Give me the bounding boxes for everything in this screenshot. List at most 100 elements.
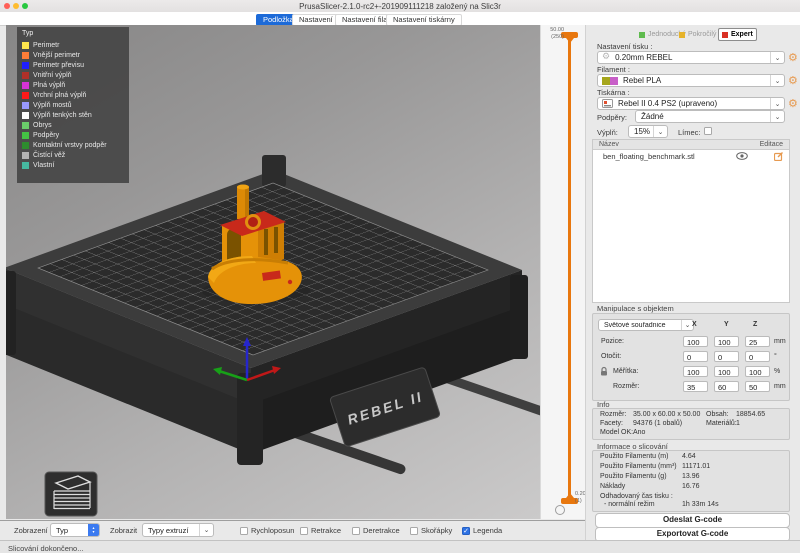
filament-m-label: Použito Filamentu (m) [600,453,668,460]
info-model-value: Ano [633,429,645,436]
layer-slider[interactable] [568,40,571,498]
infill-label: Výplň: [597,128,618,137]
layer-slider-bottom-handle-tip [566,493,574,498]
printer-bed [6,155,540,475]
rotate-label: Otočit: [601,353,621,360]
legend-item: Perimetr převisu [22,60,129,70]
scale-y-input[interactable]: 100 [714,366,739,377]
shells-checkbox-row[interactable]: Skořápky [410,526,452,535]
slider-reset-icon[interactable] [555,505,565,515]
color-swatch [22,92,29,99]
cost-value: 16.76 [682,483,700,490]
unretractions-checkbox-row[interactable]: Deretrakce [352,526,400,535]
print-profile-icon: ⚙ [602,53,610,62]
status-text: Slicování dokončeno... [8,544,83,553]
window-title: PrusaSlicer-2.1.0-rc2+-201909111218 zalo… [0,2,800,11]
size-z-input[interactable]: 50 [745,381,770,392]
position-x-input[interactable]: 100 [683,336,708,347]
layers-view-icon[interactable] [45,472,97,516]
position-y-input[interactable]: 100 [714,336,739,347]
rotate-unit: ° [774,353,777,360]
chevron-down-icon[interactable]: ⌄ [653,126,667,137]
filament-mm3-value: 11171.01 [682,463,710,470]
legend-item: Obrys [22,120,129,130]
legend-panel: Typ Perimetr Vnější perimetr Perimetr př… [17,27,129,183]
view-mode-select[interactable]: Typ ▴▾ [50,523,100,537]
brim-checkbox[interactable] [704,127,712,135]
3d-viewport[interactable]: REBEL II Typ Perimetr Vnější perimetr Pe… [6,25,540,519]
print-time-value: 1h 33m 14s [682,501,719,508]
legend-item: Vrchní plná výplň [22,90,129,100]
axis-x-header: X [692,321,697,328]
supports-select[interactable]: Žádné ⌄ [635,110,785,123]
rotate-y-input[interactable]: 0 [714,351,739,362]
eye-icon[interactable] [736,152,748,160]
size-y-input[interactable]: 60 [714,381,739,392]
object-row[interactable]: ben_floating_benchmark.stl [593,150,789,162]
chevron-down-icon[interactable]: ⌄ [199,524,213,536]
axis-y-header: Y [724,321,729,328]
edit-icon[interactable] [774,152,783,161]
slider-max-label: 50.00(250) [536,27,564,41]
print-time-title: Odhadovaný čas tisku : [600,493,673,500]
info-materials-value: 1 [736,420,740,427]
objects-table-header: Název Editace [593,140,789,150]
view-mode-label: Zobrazení [14,526,48,535]
filament-label: Filament : [597,65,630,74]
color-swatch [22,102,29,109]
info-model-label: Model OK: [600,429,633,436]
legend-item: Vnitřní výplň [22,70,129,80]
info-volume-value: 18854.65 [736,411,765,418]
unretractions-checkbox[interactable] [352,527,360,535]
travel-checkbox[interactable] [240,527,248,535]
legend-item: Plná výplň [22,80,129,90]
legend-checkbox-row[interactable]: ✓ Legenda [462,526,502,535]
mode-advanced-button[interactable]: Pokročilý [676,29,719,40]
manipulation-title: Manipulace s objektem [597,304,674,313]
stepper-arrows-icon: ▴▾ [88,524,99,536]
filament-gear-icon[interactable]: ⚙ [788,75,798,86]
filament-g-label: Použito Filamentu (g) [600,473,667,480]
scale-label: Měřítka: [613,368,638,375]
title-bar: PrusaSlicer-2.1.0-rc2+-201909111218 zalo… [0,0,800,12]
mode-expert-button[interactable]: Expert [718,28,757,41]
coordinate-system-select[interactable]: Světové souřadnice ⌄ [598,319,694,331]
brim-label: Límec: [678,128,701,137]
axis-z-header: Z [753,321,757,328]
shells-checkbox[interactable] [410,527,418,535]
color-swatch [22,112,29,119]
chevron-down-icon[interactable]: ⌄ [770,98,784,109]
color-swatch [22,122,29,129]
lock-icon[interactable] [600,366,608,376]
travel-checkbox-row[interactable]: Rychloposun [240,526,294,535]
legend-checkbox[interactable]: ✓ [462,527,470,535]
filament-mm3-label: Použito Filamentu (mm³) [600,463,677,470]
rotate-x-input[interactable]: 0 [683,351,708,362]
scale-x-input[interactable]: 100 [683,366,708,377]
printer-gear-icon[interactable]: ⚙ [788,98,798,109]
chevron-down-icon[interactable]: ⌄ [770,111,784,122]
print-settings-select[interactable]: ⚙ 0.20mm REBEL ⌄ [597,51,785,64]
supports-label: Podpěry: [597,113,627,122]
rotate-z-input[interactable]: 0 [745,351,770,362]
filament-select[interactable]: Rebel PLA ⌄ [597,74,785,87]
info-materials-label: Materiálů: [706,420,737,427]
position-z-input[interactable]: 25 [745,336,770,347]
chevron-down-icon[interactable]: ⌄ [770,75,784,86]
chevron-down-icon[interactable]: ⌄ [770,52,784,63]
retractions-checkbox-row[interactable]: Retrakce [300,526,341,535]
show-select[interactable]: Typy extruzí ⌄ [142,523,214,537]
color-swatch [22,82,29,89]
mode-expert-icon [722,32,728,38]
color-swatch [22,162,29,169]
printer-icon [602,99,613,108]
retractions-checkbox[interactable] [300,527,308,535]
size-x-input[interactable]: 35 [683,381,708,392]
send-gcode-button[interactable]: Odeslat G-code [595,513,790,528]
scale-z-input[interactable]: 100 [745,366,770,377]
infill-select[interactable]: 15% ⌄ [628,125,668,138]
color-swatch [22,52,29,59]
printer-select[interactable]: Rebel II 0.4 PS2 (upraveno) ⌄ [597,97,785,110]
print-settings-gear-icon[interactable]: ⚙ [788,52,798,63]
printer-label: Tiskárna : [597,88,630,97]
